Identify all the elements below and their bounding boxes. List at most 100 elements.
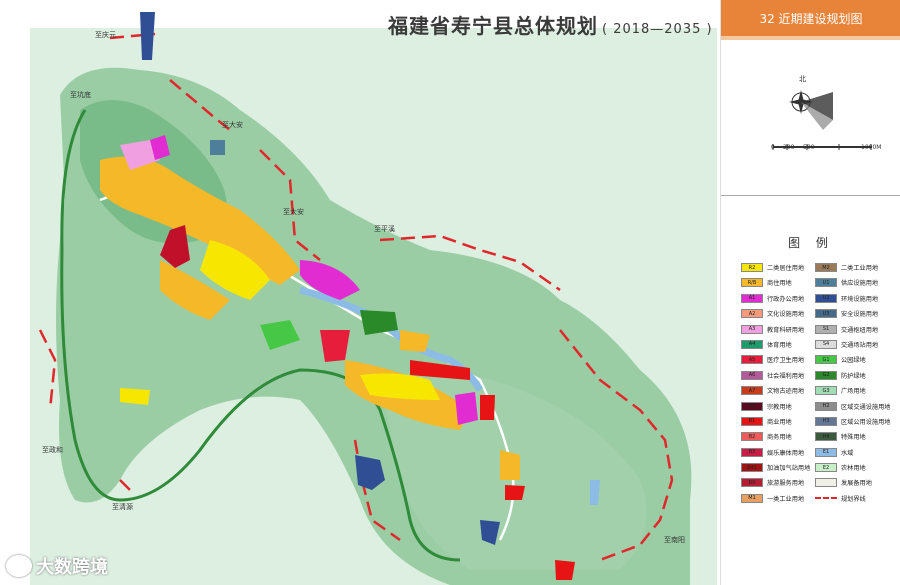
- legend-swatch: G1: [815, 355, 837, 365]
- place-label-zhenghe: 至政和: [42, 446, 63, 454]
- legend-item: B1 商业用地: [741, 416, 792, 426]
- legend-label: 交通场站用地: [841, 341, 879, 349]
- legend-item: B9 旅游服务用地: [741, 478, 805, 488]
- planning-map[interactable]: 福建省寿宁县总体规划( 2018—2035 ) 至庆元 至坑底 至大安 至大安 …: [0, 0, 717, 585]
- legend-item: 发展备用地: [815, 478, 872, 488]
- legend-swatch: M1: [741, 493, 763, 503]
- legend-swatch: G3: [815, 386, 837, 396]
- legend-swatch: A5: [741, 355, 763, 365]
- legend-item: H3 区域公用设施用地: [815, 416, 891, 426]
- scale-label-2: 500: [803, 144, 815, 151]
- place-label-daan-2: 至大安: [283, 208, 304, 216]
- legend-label: 发展备用地: [841, 480, 872, 488]
- sheet-number-label: 32 近期建设规划图: [721, 0, 900, 36]
- legend-swatch: B1: [741, 416, 763, 426]
- land-use-map-canvas: [30, 12, 717, 585]
- legend-label: 二类工业用地: [841, 265, 879, 272]
- legend-item: B2 商务用地: [741, 432, 792, 442]
- legend-swatch: U1: [815, 278, 837, 288]
- legend-swatch: A6: [741, 370, 763, 380]
- legend-label: 环境设施用地: [841, 295, 879, 303]
- legend-swatch: [815, 478, 837, 488]
- legend-item: 规划界线: [815, 494, 866, 503]
- place-label-pingxi: 至平溪: [374, 225, 395, 233]
- legend-item: A5 医疗卫生用地: [741, 355, 805, 365]
- legend-swatch: U2: [815, 293, 837, 303]
- legend-panel: 32 近期建设规划图 北 0 200 500 1000M 图 例 R2 二类居住用…: [720, 0, 900, 585]
- legend-label: 娱乐康体用地: [767, 449, 805, 457]
- legend-label: 一类工业用地: [767, 495, 805, 503]
- watermark-logo-icon: [6, 555, 32, 577]
- legend-row: B3 娱乐康体用地 E1 水域: [741, 447, 900, 463]
- legend-swatch: E1: [815, 447, 837, 457]
- legend-swatch: E2: [815, 463, 837, 473]
- legend-swatch: A4: [741, 339, 763, 349]
- legend-label: 特殊用地: [841, 434, 866, 442]
- legend-row: A1 行政办公用地 U2 环境设施用地: [741, 293, 900, 309]
- legend-label: 体育用地: [767, 341, 792, 349]
- legend-row: R2 二类居住用地 M2 二类工业用地: [741, 263, 900, 278]
- legend-item: A4 体育用地: [741, 339, 792, 349]
- legend-row: B1 商业用地 H3 区域公用设施用地: [741, 416, 900, 432]
- legend-swatch: B2: [741, 432, 763, 442]
- legend-list: R2 二类居住用地 M2 二类工业用地 R/B 商住用地 U1 供应设施用地 A1 行政办公用地 U…: [741, 263, 900, 509]
- legend-item: M2 二类工业用地: [815, 263, 878, 272]
- place-label-qingyuan-2: 至清源: [112, 503, 133, 511]
- legend-swatch: S4: [815, 339, 837, 349]
- legend-item: R2 二类居住用地: [741, 263, 804, 272]
- legend-item: H4 特殊用地: [815, 432, 866, 442]
- legend-title: 图 例: [788, 236, 834, 250]
- legend-row: A2 文化设施用地 U3 安全设施用地: [741, 309, 900, 324]
- legend-row: A9 宗教用地 H2 区域交通设施用地: [741, 401, 900, 417]
- legend-label: 加油加气站用地: [767, 465, 811, 473]
- legend-swatch: H4: [815, 432, 837, 442]
- legend-item: E2 农林用地: [815, 463, 866, 473]
- legend-swatch: G2: [815, 370, 837, 380]
- place-label-kengdi: 至坑底: [70, 91, 91, 99]
- legend-swatch: R/B: [741, 278, 763, 288]
- legend-item: M1 一类工业用地: [741, 493, 805, 503]
- legend-swatch: [815, 497, 837, 500]
- place-label-daan-1: 至大安: [222, 121, 243, 129]
- legend-swatch: B9: [741, 478, 763, 488]
- legend-item: E1 水域: [815, 447, 854, 457]
- legend-swatch: A9: [741, 401, 763, 411]
- legend-item: U3 安全设施用地: [815, 309, 878, 319]
- legend-label: 防护绿地: [841, 372, 866, 380]
- legend-label: 文化设施用地: [767, 311, 805, 319]
- legend-item: B3 娱乐康体用地: [741, 447, 805, 457]
- legend-item: G3 广场用地: [815, 386, 866, 396]
- map-title-main: 福建省寿宁县总体规划: [388, 14, 598, 38]
- legend-label: 水域: [841, 449, 854, 457]
- legend-label: 区域交通设施用地: [841, 403, 891, 411]
- legend-swatch: S1: [815, 324, 837, 334]
- map-title-years: ( 2018—2035 ): [602, 22, 713, 37]
- legend-swatch: H2: [815, 401, 837, 411]
- scale-label-1: 200: [783, 144, 795, 151]
- legend-item: A9 宗教用地: [741, 401, 792, 411]
- legend-label: 区域公用设施用地: [841, 418, 891, 426]
- legend-label: 教育科研用地: [767, 326, 805, 334]
- legend-swatch: H3: [815, 416, 837, 426]
- legend-label: 旅游服务用地: [767, 480, 805, 488]
- legend-row: B9 旅游服务用地 发展备用地: [741, 478, 900, 493]
- legend-label: 文物古迹用地: [767, 388, 805, 396]
- legend-label: 商业用地: [767, 418, 792, 426]
- legend-item: A2 文化设施用地: [741, 309, 805, 319]
- legend-item: G1 公园绿地: [815, 355, 866, 365]
- legend-label: 医疗卫生用地: [767, 357, 805, 365]
- legend-row: B2 商务用地 H4 特殊用地: [741, 432, 900, 447]
- legend-label: 供应设施用地: [841, 280, 879, 288]
- legend-swatch: U3: [815, 309, 837, 319]
- legend-item: S1 交通枢纽用地: [815, 324, 878, 334]
- legend-label: 社会福利用地: [767, 372, 805, 380]
- place-label-qingyuan: 至庆元: [95, 31, 116, 39]
- legend-row: A3 教育科研用地 S1 交通枢纽用地: [741, 324, 900, 340]
- legend-swatch: A3: [741, 324, 763, 334]
- legend-row: A7 文物古迹用地 G3 广场用地: [741, 386, 900, 401]
- legend-label: 宗教用地: [767, 403, 792, 411]
- legend-swatch: B3: [741, 447, 763, 457]
- legend-row: A5 医疗卫生用地 G1 公园绿地: [741, 355, 900, 370]
- legend-label: 农林用地: [841, 465, 866, 473]
- legend-row: A6 社会福利用地 G2 防护绿地: [741, 370, 900, 386]
